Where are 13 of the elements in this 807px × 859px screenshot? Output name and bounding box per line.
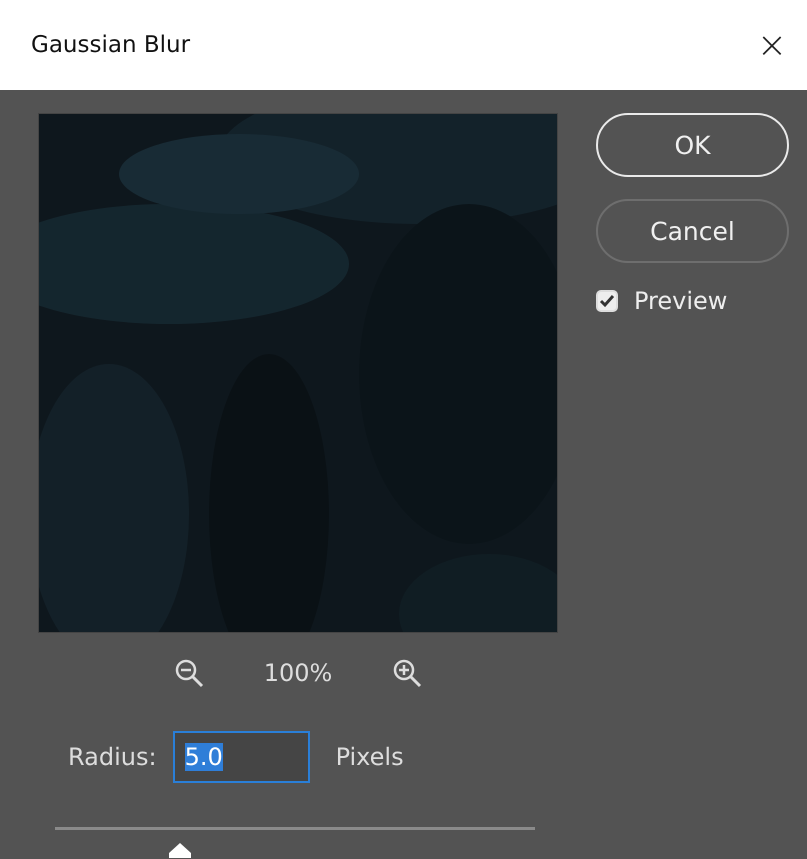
preview-checkbox[interactable] bbox=[596, 290, 618, 312]
slider-thumb[interactable] bbox=[166, 841, 193, 859]
zoom-level: 100% bbox=[264, 659, 332, 687]
window-title: Gaussian Blur bbox=[31, 32, 190, 58]
checkbox-label: Preview bbox=[634, 287, 728, 315]
radius-label: Radius: bbox=[68, 743, 157, 771]
close-button[interactable]: × bbox=[752, 24, 791, 66]
zoom-out-icon[interactable] bbox=[174, 658, 204, 688]
cancel-button[interactable]: Cancel bbox=[596, 199, 789, 263]
unit-label: Pixels bbox=[336, 743, 404, 771]
radius-field[interactable]: 5.0 bbox=[172, 731, 310, 783]
ok-button[interactable]: OK bbox=[596, 113, 789, 177]
zoom-in-icon[interactable] bbox=[392, 658, 422, 688]
